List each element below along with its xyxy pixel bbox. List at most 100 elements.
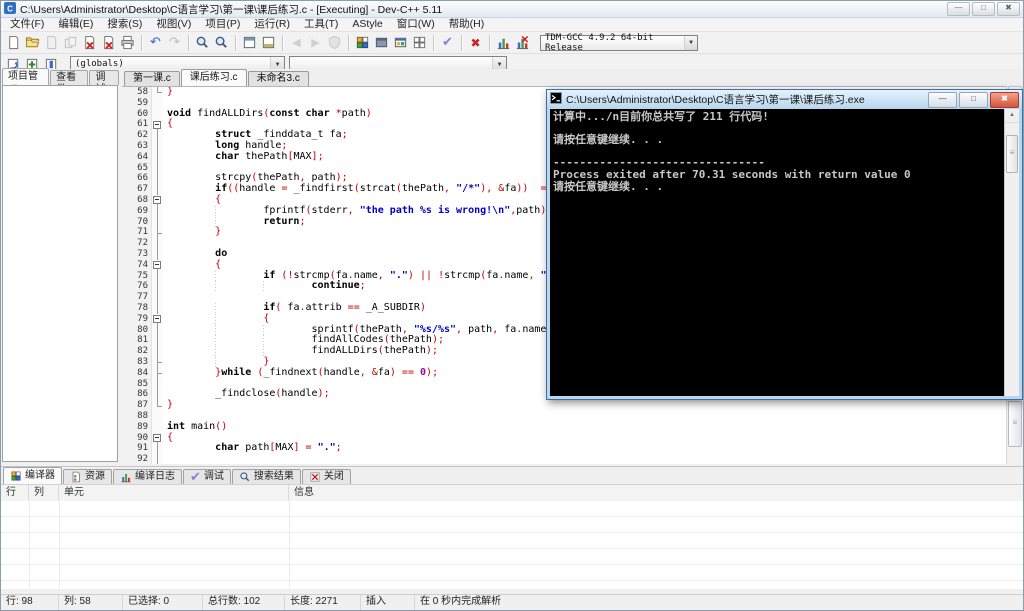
open-icon[interactable] <box>23 34 42 52</box>
editor-tab[interactable]: 第一课.c <box>124 71 180 86</box>
print-icon[interactable] <box>118 34 137 52</box>
log-icon <box>120 471 132 483</box>
fold-marker[interactable] <box>152 119 163 131</box>
bottom-tab-resource[interactable]: 资源 <box>63 469 112 484</box>
left-dock-tab[interactable]: 调试 <box>89 70 119 95</box>
bottom-tab-compile[interactable]: 编译器 <box>3 467 62 484</box>
fold-marker <box>152 151 163 163</box>
fold-marker[interactable] <box>152 432 163 444</box>
chevron-down-icon[interactable]: ▼ <box>684 35 697 50</box>
redo-icon: ↷ <box>169 35 180 50</box>
status-segment: 行: 98 <box>1 595 59 610</box>
editor-tab[interactable]: 未命名3.c <box>247 71 309 86</box>
fold-marker <box>152 302 163 314</box>
undo-icon[interactable]: ↶ <box>146 34 165 52</box>
toggle-panel-icon[interactable] <box>259 34 278 52</box>
bottom-tab-log[interactable]: 编译日志 <box>113 469 182 484</box>
code-text: char path[MAX] = "."; <box>215 442 342 454</box>
close-all-icon[interactable] <box>99 34 118 52</box>
menu-item-h[interactable]: 帮助(H) <box>442 18 492 31</box>
column-header[interactable]: 行 <box>1 485 29 501</box>
abort-icon[interactable]: ✖ <box>466 34 485 52</box>
line-number: 61 <box>122 119 152 131</box>
compiler-table-body[interactable] <box>1 501 1023 589</box>
left-dock-tab[interactable]: 查看类 <box>50 70 89 95</box>
editor-scrollbar-thumb[interactable] <box>1008 401 1022 447</box>
console-title-bar[interactable]: C:\Users\Administrator\Desktop\C语言学习\第一课… <box>547 90 1022 109</box>
editor-tabs: 第一课.c 课后练习.c 未命名3.c <box>122 69 1023 86</box>
fold-marker[interactable] <box>152 194 163 206</box>
console-close-button[interactable]: ✖ <box>990 91 1019 108</box>
fold-marker <box>152 410 163 422</box>
menu-item-e[interactable]: 编辑(E) <box>51 18 100 31</box>
menu-item-v[interactable]: 视图(V) <box>149 18 198 31</box>
minimize-button[interactable]: — <box>947 2 970 16</box>
line-number: 77 <box>122 292 152 303</box>
console-icon <box>550 92 562 107</box>
menu-item-w[interactable]: 窗口(W) <box>390 18 442 31</box>
fold-marker <box>152 335 163 347</box>
console-window[interactable]: C:\Users\Administrator\Desktop\C语言学习\第一课… <box>546 89 1023 400</box>
line-number: 86 <box>122 389 152 401</box>
left-dock-tab[interactable]: 项目管理 <box>2 68 50 96</box>
console-minimize-button[interactable]: — <box>928 91 957 108</box>
console-line: 请按任意键继续. . . <box>553 133 664 147</box>
fold-marker <box>152 97 163 109</box>
menu-item-astyle[interactable]: AStyle <box>345 18 389 31</box>
fold-marker <box>152 367 163 379</box>
bottom-tab-search[interactable]: 搜索结果 <box>231 469 301 484</box>
compile-run-icon[interactable] <box>391 34 410 52</box>
menu-item-s[interactable]: 搜索(S) <box>100 18 149 31</box>
line-number: 73 <box>122 248 152 260</box>
run-icon[interactable] <box>372 34 391 52</box>
delete-profile-icon[interactable] <box>513 34 532 52</box>
fold-marker[interactable] <box>152 259 163 271</box>
fold-marker <box>152 454 163 464</box>
menu-item-r[interactable]: 运行(R) <box>247 18 297 31</box>
menu-item-t[interactable]: 工具(T) <box>297 18 345 31</box>
project-manager-panel[interactable] <box>2 85 118 462</box>
line-number: 69 <box>122 205 152 217</box>
code-line-88: 88 <box>122 410 1007 422</box>
rebuild-icon[interactable] <box>410 34 429 52</box>
scroll-up-icon[interactable]: ▲ <box>1005 109 1019 123</box>
line-number: 78 <box>122 302 152 314</box>
bottom-tab-label: 编译日志 <box>135 471 175 482</box>
column-header[interactable]: 列 <box>29 485 59 501</box>
column-header[interactable]: 信息 <box>289 485 1023 501</box>
restore-button[interactable]: □ <box>972 2 995 16</box>
console-output: 计算中.../n目前你总共写了 211 行代码! 请按任意键继续. . . --… <box>550 109 1019 396</box>
bottom-tab-close-red[interactable]: 关闭 <box>301 469 351 484</box>
close-button[interactable]: ✖ <box>997 2 1020 16</box>
compile-icon[interactable] <box>353 34 372 52</box>
menu-item-p[interactable]: 项目(P) <box>198 18 247 31</box>
console-scrollbar[interactable]: ▲ <box>1004 109 1019 396</box>
find-icon[interactable] <box>193 34 212 52</box>
debug-icon[interactable]: ✔ <box>438 34 457 52</box>
fold-marker[interactable] <box>152 313 163 325</box>
bottom-tab-label: 关闭 <box>323 471 344 482</box>
menu-item-f[interactable]: 文件(F) <box>3 18 51 31</box>
profile-icon[interactable] <box>494 34 513 52</box>
window-title: C:\Users\Administrator\Desktop\C语言学习\第一课… <box>20 3 443 16</box>
find-in-files-icon[interactable] <box>212 34 231 52</box>
compiler-combobox[interactable]: TDM-GCC 4.9.2 64-bit Release ▼ <box>540 33 698 53</box>
bottom-tab-label: 调试 <box>203 471 224 482</box>
main-toolbar: ↶ ↷ ◀ ▶ ✔ ✖ TDM-GCC 4.9.2 64-bit Release ▼ <box>1 32 1023 54</box>
console-restore-button[interactable]: □ <box>959 91 988 108</box>
editor-tab[interactable]: 课后练习.c <box>180 69 247 86</box>
line-number: 88 <box>122 410 152 422</box>
status-segment: 列: 58 <box>59 595 123 610</box>
fullscreen-icon[interactable] <box>240 34 259 52</box>
bottom-tab-label: 编译器 <box>25 470 55 481</box>
line-number: 76 <box>122 281 152 293</box>
status-bar: 行: 98 列: 58 已选择: 0 总行数: 102 长度: 2271 插入在 0 秒内… <box>1 594 1023 610</box>
close-file-icon[interactable] <box>80 34 99 52</box>
line-number: 79 <box>122 313 152 325</box>
bottom-tab-debug[interactable]: ✔ 调试 <box>183 469 231 484</box>
fold-marker <box>152 140 163 152</box>
console-scrollbar-thumb[interactable] <box>1006 135 1018 173</box>
new-file-icon[interactable] <box>4 34 23 52</box>
column-header[interactable]: 单元 <box>59 485 289 501</box>
